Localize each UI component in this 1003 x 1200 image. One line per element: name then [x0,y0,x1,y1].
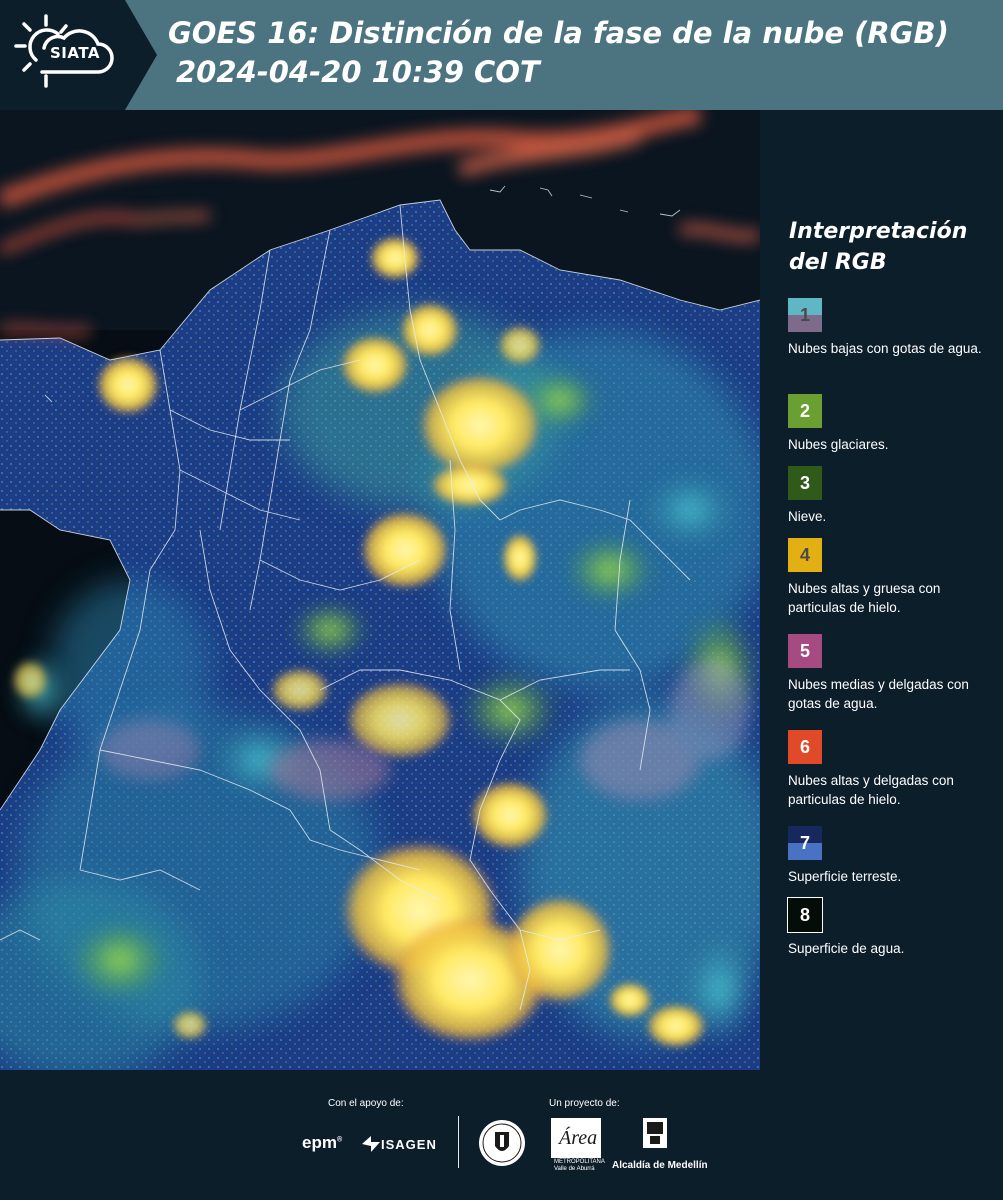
epm-logo[interactable]: epm® [302,1133,342,1153]
siata-logo[interactable]: SIATA [0,0,125,110]
university-seal-icon[interactable] [477,1118,527,1168]
isagen-icon [362,1136,380,1152]
legend-swatch: 2 [788,394,822,428]
logo-label: SIATA [50,44,101,62]
legend-number: 5 [799,640,810,661]
satellite-map[interactable] [0,110,760,1070]
legend-label: Superficie terreste. [788,869,902,884]
legend-swatch: 3 [788,466,822,500]
page-title: GOES 16: Distinción de la fase de la nub… [168,16,949,50]
legend-label: Nubes altas y delgadas con particulas de… [788,773,954,807]
legend-item-7: 7 Superficie terreste. [788,826,1000,886]
epm-logo-text: epm [302,1133,337,1152]
legend-number: 3 [799,472,810,493]
legend-item-6: 6 Nubes altas y delgadas con particulas d… [788,730,1000,809]
header-chevron [125,0,157,110]
legend-swatch: 1 [788,298,822,332]
area-metropolitana-sub: METROPOLITANA Valle de Aburrá [554,1159,605,1172]
page-timestamp: 2024-04-20 10:39 COT [176,55,540,89]
legend-label: Superficie de agua. [788,941,905,956]
project-label: Un proyecto de: [549,1098,620,1109]
legend-label: Nieve. [788,509,827,524]
alcaldia-shield-icon[interactable] [637,1118,673,1156]
legend-number: 6 [799,736,810,757]
isagen-logo[interactable]: ISAGEN [381,1137,437,1152]
area-metropolitana-logo[interactable]: Área [551,1118,601,1158]
legend-label: Nubes medias y delgadas con gotas de agu… [788,677,969,711]
legend-item-5: 5 Nubes medias y delgadas con gotas de ag… [788,634,1000,713]
legend-number: 1 [799,304,810,325]
legend-item-3: 3 Nieve. [788,466,1000,526]
footer-divider [458,1116,459,1168]
alcaldia-label: Alcaldía de Medellín [612,1160,708,1171]
legend-number: 8 [799,904,810,925]
legend-swatch: 7 [788,826,822,860]
legend-number: 4 [799,544,810,565]
epm-registered-mark: ® [336,1136,343,1144]
legend-swatch: 6 [788,730,822,764]
legend-number: 2 [799,400,810,421]
legend-label: Nubes altas y gruesa con particulas de h… [788,581,941,615]
legend-title: Interpretación del RGB [789,219,968,275]
legend-swatch: 5 [788,634,822,668]
support-label: Con el apoyo de: [328,1098,404,1109]
footer: Con el apoyo de: Un proyecto de: epm® IS… [0,1070,1003,1200]
legend-item-1: 1 Nubes bajas con gotas de agua. [788,298,1000,358]
legend-item-4: 4 Nubes altas y gruesa con particulas de … [788,538,1000,617]
header-bar: SIATA GOES 16: Distinción de la fase de … [0,0,1003,110]
legend-panel: Interpretación del RGB 1 Nubes bajas con … [760,110,1003,1070]
legend-number: 7 [799,832,810,853]
area-logo-text: Área [557,1126,597,1149]
satellite-rgb-map-image [0,110,760,1070]
legend-swatch: 8 [787,897,823,933]
legend-item-2: 2 Nubes glaciares. [788,394,1000,454]
legend-swatch: 4 [788,538,822,572]
legend-label: Nubes glaciares. [788,437,889,452]
legend-item-8: 8 Superficie de agua. [787,897,1000,958]
legend-label: Nubes bajas con gotas de agua. [788,341,982,356]
